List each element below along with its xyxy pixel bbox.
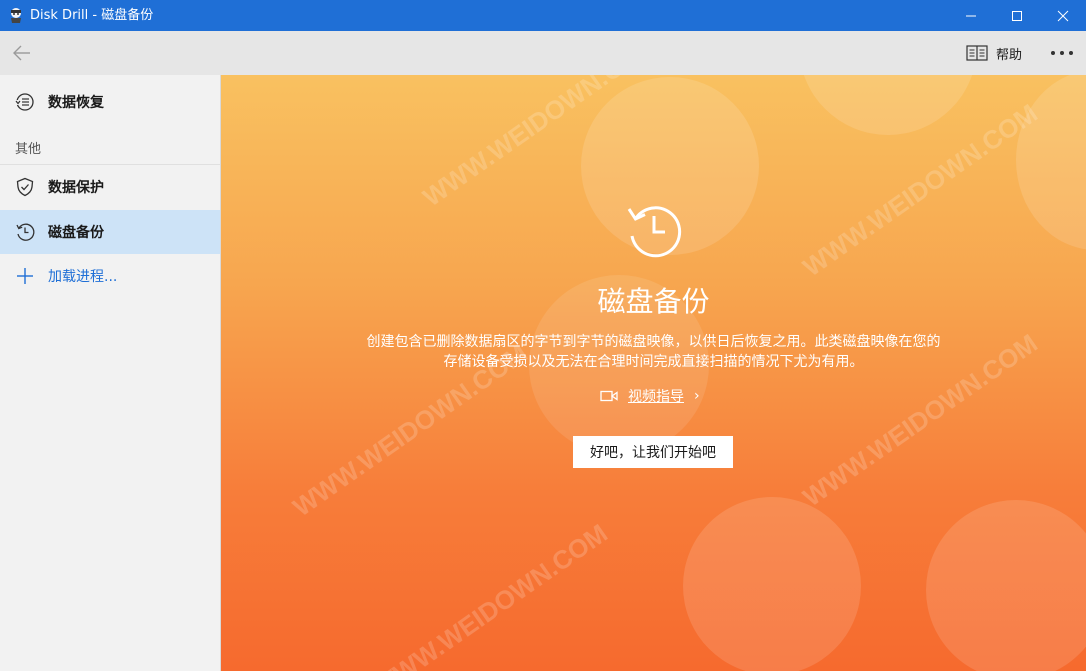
sidebar-item-data-recovery[interactable]: 数据恢复 — [0, 80, 220, 124]
sidebar-item-disk-backup[interactable]: 磁盘备份 — [0, 210, 220, 254]
plus-icon — [15, 266, 35, 286]
command-bar: 帮助 — [0, 31, 1086, 75]
maximize-button[interactable] — [994, 0, 1040, 31]
history-clock-icon — [15, 222, 35, 242]
close-button[interactable] — [1040, 0, 1086, 31]
page-title: 磁盘备份 — [597, 285, 710, 318]
sidebar-item-label: 数据保护 — [48, 180, 104, 196]
watermark-text: WWW.WEIDOWN.COM — [367, 517, 613, 671]
sidebar-item-load-session[interactable]: 加载进程... — [0, 254, 220, 298]
decorative-circle — [799, 75, 977, 135]
close-icon — [1057, 10, 1069, 21]
disk-drill-logo-icon — [11, 8, 21, 23]
decorative-circle — [683, 497, 861, 671]
chevron-right-icon: › — [694, 388, 700, 404]
section-label-other: 其他 — [15, 142, 42, 157]
disk-backup-history-icon — [627, 206, 682, 258]
video-guide-label: 视频指导 — [628, 389, 684, 405]
back-button[interactable] — [6, 37, 38, 69]
video-camera-icon — [600, 390, 618, 402]
maximize-icon — [1012, 10, 1022, 21]
start-button[interactable]: 好吧，让我们开始吧 — [573, 436, 733, 468]
main-panel: WWW.WEIDOWN.COM WWW.WEIDOWN.COM WWW.WEID… — [221, 75, 1086, 671]
more-dots-icon — [1051, 51, 1073, 55]
page-description: 创建包含已删除数据扇区的字节到字节的磁盘映像，以供日后恢复之用。此类磁盘映像在您… — [366, 334, 941, 370]
sidebar-item-label: 数据恢复 — [48, 95, 104, 111]
title-bar: Disk Drill - 磁盘备份 — [0, 0, 1086, 31]
minimize-icon — [966, 15, 976, 16]
window-title: Disk Drill - 磁盘备份 — [30, 8, 154, 23]
sidebar-item-data-protection[interactable]: 数据保护 — [0, 165, 220, 209]
help-label: 帮助 — [996, 47, 1023, 63]
sidebar-item-label: 磁盘备份 — [48, 225, 104, 241]
video-guide-link[interactable]: 视频指导 › — [600, 386, 700, 406]
book-icon — [966, 45, 988, 61]
sidebar-item-label: 加载进程... — [48, 269, 118, 285]
back-arrow-icon — [13, 45, 30, 61]
shield-check-icon — [15, 177, 35, 197]
recovery-list-icon — [15, 92, 35, 112]
decorative-circle — [926, 500, 1086, 671]
help-button[interactable]: 帮助 — [966, 41, 1022, 65]
decorative-circle — [1016, 75, 1086, 250]
more-options-button[interactable] — [1046, 41, 1078, 65]
minimize-button[interactable] — [948, 0, 994, 31]
sidebar: 数据恢复 其他 数据保护 磁盘备份 加载进程... — [0, 75, 221, 671]
